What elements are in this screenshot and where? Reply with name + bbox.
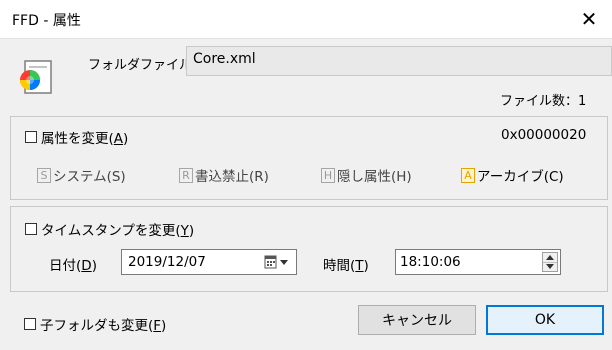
attribute-system-label: システム(S) [53,169,126,185]
spin-down-icon[interactable] [543,262,557,271]
attributes-group: 属性を変更(A) 0x00000020 S システム(S) R 書込禁止(R) … [10,116,608,200]
time-label: 時間(T) [323,258,369,274]
subfolder-checkbox-row[interactable]: 子フォルダも変更(F) [24,314,166,334]
readonly-key-icon: R [179,167,193,183]
window-title: FFD - 属性 [12,13,81,29]
close-button[interactable]: ✕ [566,0,612,38]
attributes-checkbox[interactable] [25,131,37,143]
time-field[interactable]: 18:10:06 [395,249,561,275]
timestamp-checkbox[interactable] [25,223,37,235]
attribute-hidden-label: 隠し属性(H) [337,169,412,185]
attributes-checkbox-row[interactable]: 属性を変更(A) [25,127,128,147]
timestamp-checkbox-row[interactable]: タイムスタンプを変更(Y) [25,219,194,239]
attribute-hidden[interactable]: H 隠し属性(H) [321,165,412,185]
file-count: ファイル数：1 [500,94,587,109]
ok-button[interactable]: OK [486,305,604,335]
attribute-archive[interactable]: A アーカイブ(C) [461,165,564,185]
calendar-dropdown-icon[interactable] [264,255,290,269]
folder-field: Core.xml [186,46,612,76]
subfolder-checkbox[interactable] [24,318,36,330]
attributes-hex-value: 0x00000020 [501,127,587,143]
close-icon: ✕ [580,7,598,31]
timestamp-checkbox-label: タイムスタンプを変更(Y) [41,223,195,239]
timestamp-group: タイムスタンプを変更(Y) 日付(D) 2019/12/07 時間(T) 18:… [10,206,608,292]
folder-label: フォルダファイル [88,58,193,73]
subfolder-checkbox-label: 子フォルダも変更(F) [40,318,167,334]
date-label: 日付(D) [49,258,97,274]
date-picker[interactable]: 2019/12/07 [121,249,297,275]
attribute-system[interactable]: S システム(S) [37,165,126,185]
system-key-icon: S [37,167,51,183]
app-icon [20,60,52,94]
attribute-archive-label: アーカイブ(C) [477,169,564,185]
attribute-readonly-label: 書込禁止(R) [195,169,269,185]
archive-key-icon: A [461,167,475,183]
title-bar: FFD - 属性 ✕ [0,0,612,39]
date-value: 2019/12/07 [128,254,206,270]
attributes-checkbox-label: 属性を変更(A) [41,131,129,147]
cancel-button[interactable]: キャンセル [358,305,476,335]
time-value: 18:10:06 [400,254,461,270]
attribute-readonly[interactable]: R 書込禁止(R) [179,165,269,185]
time-spinner[interactable] [542,252,558,272]
hidden-key-icon: H [321,167,335,183]
folder-value: Core.xml [193,51,256,67]
